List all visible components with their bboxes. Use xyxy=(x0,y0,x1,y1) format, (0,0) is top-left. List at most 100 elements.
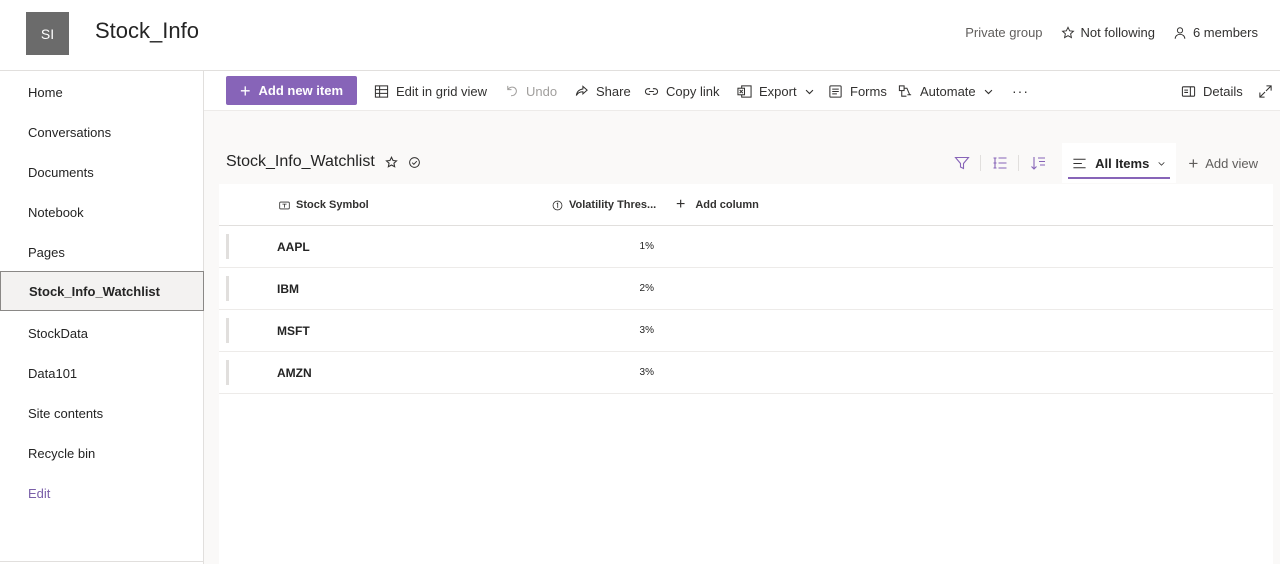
table-row[interactable]: AAPL 1% xyxy=(219,226,1273,268)
sidebar-item-home[interactable]: Home xyxy=(0,72,203,112)
view-toolbar: All Items + Add view xyxy=(943,143,1280,183)
undo-button[interactable]: Undo xyxy=(504,71,557,111)
sidebar-item-recycle-bin[interactable]: Recycle bin xyxy=(0,433,203,473)
site-logo[interactable]: SI xyxy=(26,12,69,55)
row-selector[interactable] xyxy=(226,360,229,385)
copy-link-label: Copy link xyxy=(666,83,720,99)
add-new-item-label: Add new item xyxy=(258,83,344,98)
follow-button[interactable]: Not following xyxy=(1060,25,1155,40)
cell-volatility[interactable]: 3% xyxy=(549,310,654,350)
undo-label: Undo xyxy=(526,83,558,99)
export-label: Export xyxy=(759,83,797,99)
filter-button[interactable] xyxy=(943,143,980,183)
add-column-label: Add column xyxy=(695,199,759,211)
site-header: SI Stock_Info Private group Not followin… xyxy=(0,0,1280,70)
add-new-item-button[interactable]: + Add new item xyxy=(226,76,357,105)
sidebar-item-site-contents[interactable]: Site contents xyxy=(0,393,203,433)
edit-grid-view-button[interactable]: Edit in grid view xyxy=(374,71,487,111)
person-icon xyxy=(1174,26,1186,39)
sidebar-item-conversations[interactable]: Conversations xyxy=(0,112,203,152)
link-icon xyxy=(644,87,659,95)
add-column-button[interactable]: + Add column xyxy=(676,184,759,226)
sidebar-item-stock-info-watchlist[interactable]: Stock_Info_Watchlist xyxy=(0,271,204,311)
list-group-icon xyxy=(993,157,1007,169)
chevron-down-icon xyxy=(984,89,992,94)
list-title-area: Stock_Info_Watchlist xyxy=(226,153,421,171)
plus-icon: + xyxy=(1188,153,1199,173)
header-actions: Private group Not following 6 members xyxy=(965,25,1258,40)
favorite-star-icon[interactable] xyxy=(385,155,398,169)
view-lines-icon xyxy=(1073,158,1086,168)
column-header-volatility[interactable]: Volatility Thres... xyxy=(552,184,656,226)
main-content: + Add new item Edit in grid view Undo Sh… xyxy=(204,70,1280,565)
grid-header: Stock Symbol Volatility Thres... + Add c… xyxy=(219,184,1273,226)
details-pane-icon xyxy=(1181,85,1196,97)
chevron-down-icon xyxy=(1158,161,1165,166)
filter-icon xyxy=(953,156,970,170)
cell-stock-symbol[interactable]: AAPL xyxy=(277,226,310,268)
text-column-icon xyxy=(279,201,290,209)
share-button[interactable]: Share xyxy=(574,71,631,111)
grid-icon xyxy=(374,84,389,98)
members-button[interactable]: 6 members xyxy=(1173,25,1258,40)
number-column-icon xyxy=(552,200,563,210)
automate-button[interactable]: Automate xyxy=(898,71,994,111)
plus-icon: + xyxy=(239,80,251,101)
details-label: Details xyxy=(1203,83,1243,99)
table-row[interactable]: IBM 2% xyxy=(219,268,1273,310)
row-selector[interactable] xyxy=(226,318,229,343)
forms-button[interactable]: Forms xyxy=(828,71,887,111)
follow-label: Not following xyxy=(1080,25,1155,40)
sidebar-item-stockdata[interactable]: StockData xyxy=(0,313,203,353)
sidebar-item-pages[interactable]: Pages xyxy=(0,232,203,272)
export-button[interactable]: Export xyxy=(737,71,815,111)
checkmark-circle-icon[interactable] xyxy=(408,156,421,169)
expand-button[interactable] xyxy=(1258,71,1273,111)
cell-stock-symbol[interactable]: IBM xyxy=(277,268,299,310)
share-label: Share xyxy=(596,83,631,99)
cell-volatility[interactable]: 1% xyxy=(549,226,654,266)
all-items-view-tab[interactable]: All Items xyxy=(1062,143,1177,183)
copy-link-button[interactable]: Copy link xyxy=(644,71,719,111)
sidebar-edit-link[interactable]: Edit xyxy=(0,473,203,513)
forms-icon xyxy=(829,84,842,98)
edit-grid-view-label: Edit in grid view xyxy=(396,83,488,99)
sidebar-item-documents[interactable]: Documents xyxy=(0,152,203,192)
sort-button[interactable] xyxy=(1019,143,1056,183)
column-label: Stock Symbol xyxy=(296,199,369,211)
row-selector[interactable] xyxy=(226,234,229,259)
chevron-down-icon xyxy=(805,89,813,94)
row-selector[interactable] xyxy=(226,276,229,301)
cell-volatility[interactable]: 2% xyxy=(549,268,654,308)
automate-label: Automate xyxy=(920,83,976,99)
left-navigation: Home Conversations Documents Notebook Pa… xyxy=(0,70,204,564)
cell-stock-symbol[interactable]: MSFT xyxy=(277,310,310,352)
column-header-stock-symbol[interactable]: Stock Symbol xyxy=(279,184,369,226)
sidebar-item-data101[interactable]: Data101 xyxy=(0,353,203,393)
star-icon xyxy=(1060,25,1075,38)
members-label: 6 members xyxy=(1192,25,1258,40)
expand-icon xyxy=(1259,84,1272,98)
table-row[interactable]: AMZN 3% xyxy=(219,352,1273,394)
share-icon xyxy=(575,84,588,96)
plus-icon: + xyxy=(676,196,686,213)
view-name-label: All Items xyxy=(1095,155,1150,171)
add-view-button[interactable]: + Add view xyxy=(1176,155,1280,172)
forms-label: Forms xyxy=(850,83,887,99)
details-button[interactable]: Details xyxy=(1181,71,1243,111)
cell-stock-symbol[interactable]: AMZN xyxy=(277,352,312,394)
more-commands-button[interactable]: ··· xyxy=(1012,71,1029,111)
add-view-label: Add view xyxy=(1205,155,1258,171)
excel-icon xyxy=(737,84,752,98)
sort-icon xyxy=(1030,157,1045,170)
list-title: Stock_Info_Watchlist xyxy=(226,153,375,170)
automate-icon xyxy=(898,84,912,97)
table-row[interactable]: MSFT 3% xyxy=(219,310,1273,352)
group-by-button[interactable] xyxy=(981,143,1018,183)
cell-volatility[interactable]: 3% xyxy=(549,352,654,392)
privacy-label: Private group xyxy=(965,25,1043,40)
site-title[interactable]: Stock_Info xyxy=(95,18,199,44)
undo-icon xyxy=(507,85,517,96)
list-grid: Stock Symbol Volatility Thres... + Add c… xyxy=(219,184,1273,565)
sidebar-item-notebook[interactable]: Notebook xyxy=(0,192,203,232)
